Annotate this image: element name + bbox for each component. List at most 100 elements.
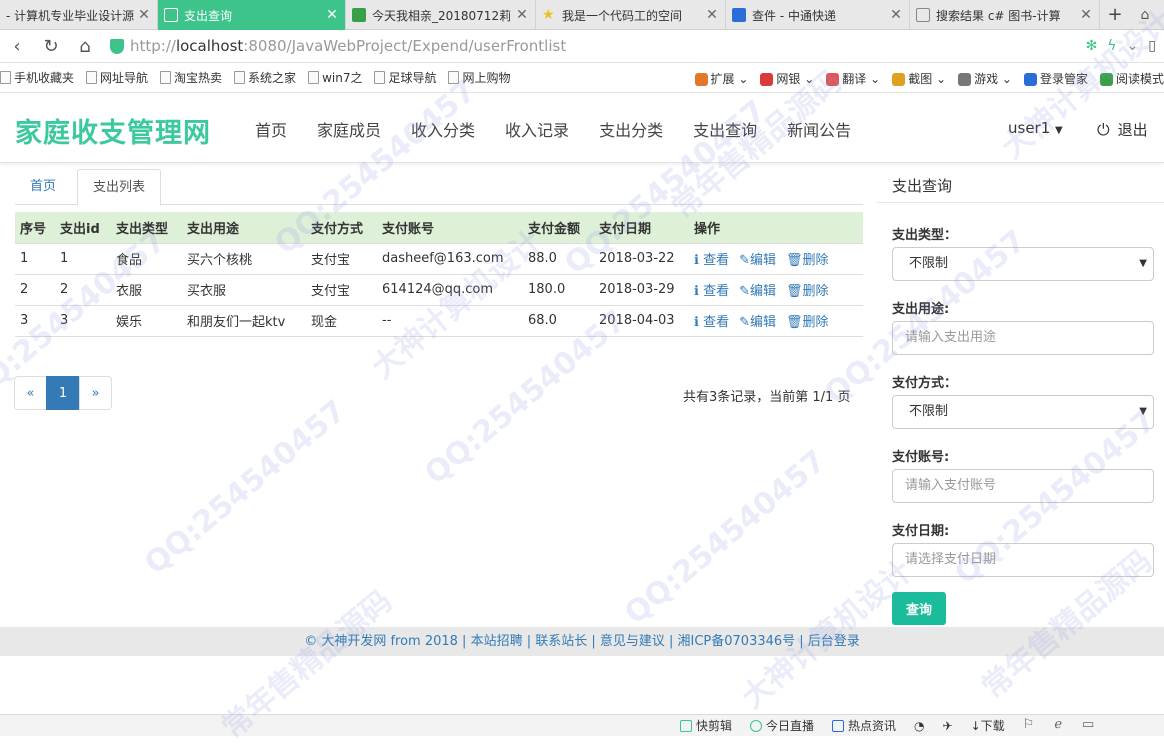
payment-method-select[interactable]: 不限制 ▼ <box>892 395 1154 429</box>
col-actions: 操作 <box>689 212 863 243</box>
col-account: 支付账号 <box>377 212 523 243</box>
expense-type-select[interactable]: 不限制 ▼ <box>892 247 1154 281</box>
bookmark-item[interactable]: 手机收藏夹 <box>0 69 74 86</box>
tool-reader[interactable]: 阅读模式 <box>1099 70 1164 87</box>
browser-tab-active[interactable]: 支出查询 ✕ <box>158 0 346 30</box>
nav-income-category[interactable]: 收入分类 <box>411 117 475 141</box>
page-icon <box>234 71 246 84</box>
status-quick-edit[interactable]: 快剪辑 <box>680 717 732 734</box>
expense-type-value: 不限制 <box>909 256 949 271</box>
delete-label: 删除 <box>802 315 829 330</box>
close-tab-icon[interactable]: ✕ <box>137 7 151 23</box>
reload-icon[interactable]: ↻ <box>34 30 68 63</box>
status-label: 快剪辑 <box>696 719 733 733</box>
bookmark-label: 网址导航 <box>100 71 149 85</box>
close-tab-icon[interactable]: ✕ <box>889 7 903 23</box>
edit-link[interactable]: ✎编辑 <box>739 284 776 299</box>
status-clean[interactable]: ✈ <box>943 717 953 734</box>
status-label: 下载 <box>980 719 1005 733</box>
tool-bank[interactable]: 网银 ⌄ <box>760 70 814 87</box>
bookmark-item[interactable]: 网址导航 <box>86 69 148 86</box>
col-date: 支付日期 <box>594 212 689 243</box>
edit-link[interactable]: ✎编辑 <box>739 253 776 268</box>
bookmark-label: 淘宝热卖 <box>174 71 223 85</box>
phone-icon[interactable]: ▯ <box>1148 38 1156 54</box>
nav-home[interactable]: 首页 <box>255 117 287 141</box>
bookmark-item[interactable]: win7之 <box>308 69 362 86</box>
purpose-input[interactable]: 请输入支出用途 <box>892 321 1154 355</box>
status-news[interactable]: 热点资讯 <box>832 717 896 734</box>
browser-tab[interactable]: 今天我相亲_20180712莉 ✕ <box>346 0 536 30</box>
view-link[interactable]: ℹ 查看 <box>694 284 729 299</box>
close-tab-icon[interactable]: ✕ <box>515 7 529 23</box>
delete-link[interactable]: 🗑删除 <box>786 284 829 299</box>
status-live[interactable]: 今日直播 <box>750 717 814 734</box>
nav-family-members[interactable]: 家庭成员 <box>317 117 381 141</box>
bookmark-item[interactable]: 淘宝热卖 <box>160 69 222 86</box>
browser-tab[interactable]: 搜索结果 c# 图书-计算 ✕ <box>910 0 1100 30</box>
tool-screenshot[interactable]: 截图 ⌄ <box>892 70 946 87</box>
browser-tab[interactable]: ★ 我是一个代码工的空间 ✕ <box>536 0 726 30</box>
delete-link[interactable]: 🗑删除 <box>786 315 829 330</box>
nav-expense-query[interactable]: 支出查询 <box>693 117 757 141</box>
status-icons: ⚐ ℯ ▭ <box>1023 717 1095 734</box>
security-icon[interactable]: ✻ <box>1086 38 1098 54</box>
page-1-button[interactable]: 1 <box>46 376 80 410</box>
bookmark-item[interactable]: 网上购物 <box>448 69 510 86</box>
site-brand[interactable]: 家庭收支管理网 <box>15 111 211 150</box>
browser-tab[interactable]: - 计算机专业毕业设计源 ✕ <box>0 0 158 30</box>
date-input[interactable]: 请选择支付日期 <box>892 543 1154 577</box>
chevron-down-icon[interactable]: ⌄ <box>1127 38 1139 54</box>
bookmark-tools: 扩展 ⌄ 网银 ⌄ 翻译 ⌄ 截图 ⌄ 游戏 ⌄ 登录管家 阅读模式 <box>694 63 1164 93</box>
col-type: 支出类型 <box>111 212 182 243</box>
nav-expense-category[interactable]: 支出分类 <box>599 117 663 141</box>
scissors-icon <box>892 72 906 86</box>
news-icon <box>832 719 845 732</box>
tool-games[interactable]: 游戏 ⌄ <box>958 70 1012 87</box>
status-download[interactable]: ↓ 下载 <box>971 717 1005 734</box>
status-speed[interactable]: ◔ <box>914 717 924 734</box>
tab-home[interactable]: 首页 <box>15 169 71 206</box>
page-icon <box>448 71 460 84</box>
query-button[interactable]: 查询 <box>892 592 946 625</box>
tool-translate[interactable]: 翻译 ⌄ <box>826 70 880 87</box>
user-menu[interactable]: user1 ▼ <box>1008 119 1063 137</box>
close-tab-icon[interactable]: ✕ <box>325 7 339 23</box>
date-label: 支付日期: <box>892 524 950 539</box>
tool-label: 截图 <box>908 71 933 86</box>
logout-button[interactable]: ⏻ 退出 <box>1097 119 1148 140</box>
home-icon[interactable]: ⌂ <box>68 30 102 63</box>
tab-expense-list[interactable]: 支出列表 <box>77 169 162 206</box>
view-link[interactable]: ℹ 查看 <box>694 315 729 330</box>
prev-page-button[interactable]: « <box>14 376 47 410</box>
bookmark-item[interactable]: 系统之家 <box>234 69 296 86</box>
window-icon[interactable]: ▭ <box>1082 717 1094 734</box>
payment-method-value: 不限制 <box>909 404 949 419</box>
nav-income-records[interactable]: 收入记录 <box>505 117 569 141</box>
pencil-icon: ✎ <box>739 315 751 330</box>
window-menu-icon[interactable]: ⌂ <box>1130 0 1160 29</box>
back-icon[interactable]: ‹ <box>0 30 34 63</box>
close-tab-icon[interactable]: ✕ <box>705 7 719 23</box>
lightning-icon[interactable]: ϟ <box>1107 38 1116 54</box>
view-link[interactable]: ℹ 查看 <box>694 253 729 268</box>
tool-login[interactable]: 登录管家 <box>1023 70 1088 87</box>
close-tab-icon[interactable]: ✕ <box>1079 7 1093 23</box>
bookmark-item[interactable]: 足球导航 <box>374 69 436 86</box>
new-tab-icon[interactable]: + <box>1100 0 1130 29</box>
edit-link[interactable]: ✎编辑 <box>739 315 776 330</box>
nav-news[interactable]: 新闻公告 <box>787 117 851 141</box>
flag-icon[interactable]: ⚐ <box>1023 717 1035 734</box>
site-footer[interactable]: © 大神开发网 from 2018 | 本站招聘 | 联系站长 | 意见与建议 … <box>0 627 1164 656</box>
delete-link[interactable]: 🗑删除 <box>786 253 829 268</box>
page-info: 共有3条记录，当前第 1/1 页 <box>683 390 851 405</box>
account-label: 支付账号: <box>892 450 950 465</box>
ie-icon[interactable]: ℯ <box>1054 717 1062 734</box>
next-page-button[interactable]: » <box>79 376 112 410</box>
edit-label: 编辑 <box>750 253 777 268</box>
account-input[interactable]: 请输入支付账号 <box>892 469 1154 503</box>
tool-label: 登录管家 <box>1039 71 1088 86</box>
browser-tab[interactable]: 查件 - 中通快递 ✕ <box>726 0 910 30</box>
url-field[interactable]: http://localhost:8080/JavaWebProject/Exp… <box>102 30 1086 63</box>
tool-extensions[interactable]: 扩展 ⌄ <box>694 70 748 87</box>
